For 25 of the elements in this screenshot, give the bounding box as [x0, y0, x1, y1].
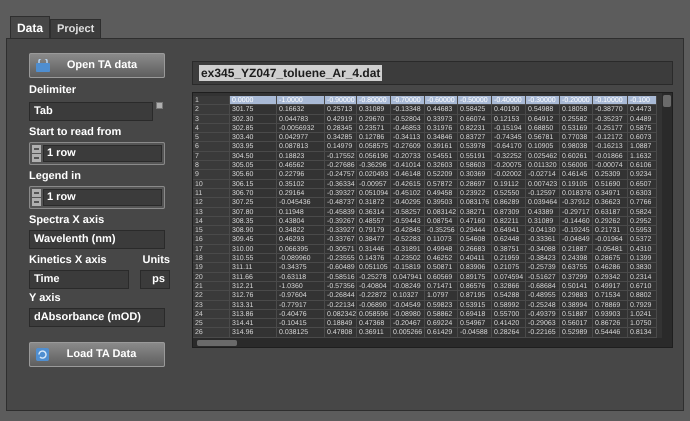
- vertical-scrollbar[interactable]: [662, 93, 672, 338]
- tab[interactable]: Data: [10, 16, 50, 38]
- field-label: Delimiter: [29, 83, 78, 97]
- tab[interactable]: Project: [50, 19, 102, 38]
- field-label: Y axis: [29, 291, 62, 305]
- text-field[interactable]: ps: [140, 270, 170, 289]
- spin-field[interactable]: 1 row: [29, 186, 165, 209]
- spin-field[interactable]: 1 row: [29, 142, 165, 165]
- spinner-arrows-icon[interactable]: [32, 145, 41, 162]
- field-label: Legend in: [29, 169, 82, 183]
- field-label: Kinetics X axis: [29, 253, 107, 267]
- text-field[interactable]: Wavelenth (nm): [29, 230, 165, 249]
- field-label: Start to read from: [29, 125, 122, 139]
- text-field[interactable]: Time: [29, 270, 129, 289]
- horizontal-scrollbar[interactable]: [193, 338, 672, 347]
- button[interactable]: Open TA data: [29, 53, 165, 78]
- button[interactable]: Load TA Data: [29, 342, 165, 367]
- text-field[interactable]: dAbsorbance (mOD): [29, 308, 165, 327]
- field-label: Spectra X axis: [29, 213, 106, 227]
- text-field[interactable]: Tab: [29, 102, 153, 121]
- file-name: ex345_YZ047_toluene_Ar_4.dat: [199, 65, 382, 81]
- dropdown-button[interactable]: [156, 102, 163, 109]
- refresh-icon: [36, 348, 49, 361]
- spinner-arrows-icon[interactable]: [32, 189, 41, 206]
- field-label: Units: [142, 253, 170, 267]
